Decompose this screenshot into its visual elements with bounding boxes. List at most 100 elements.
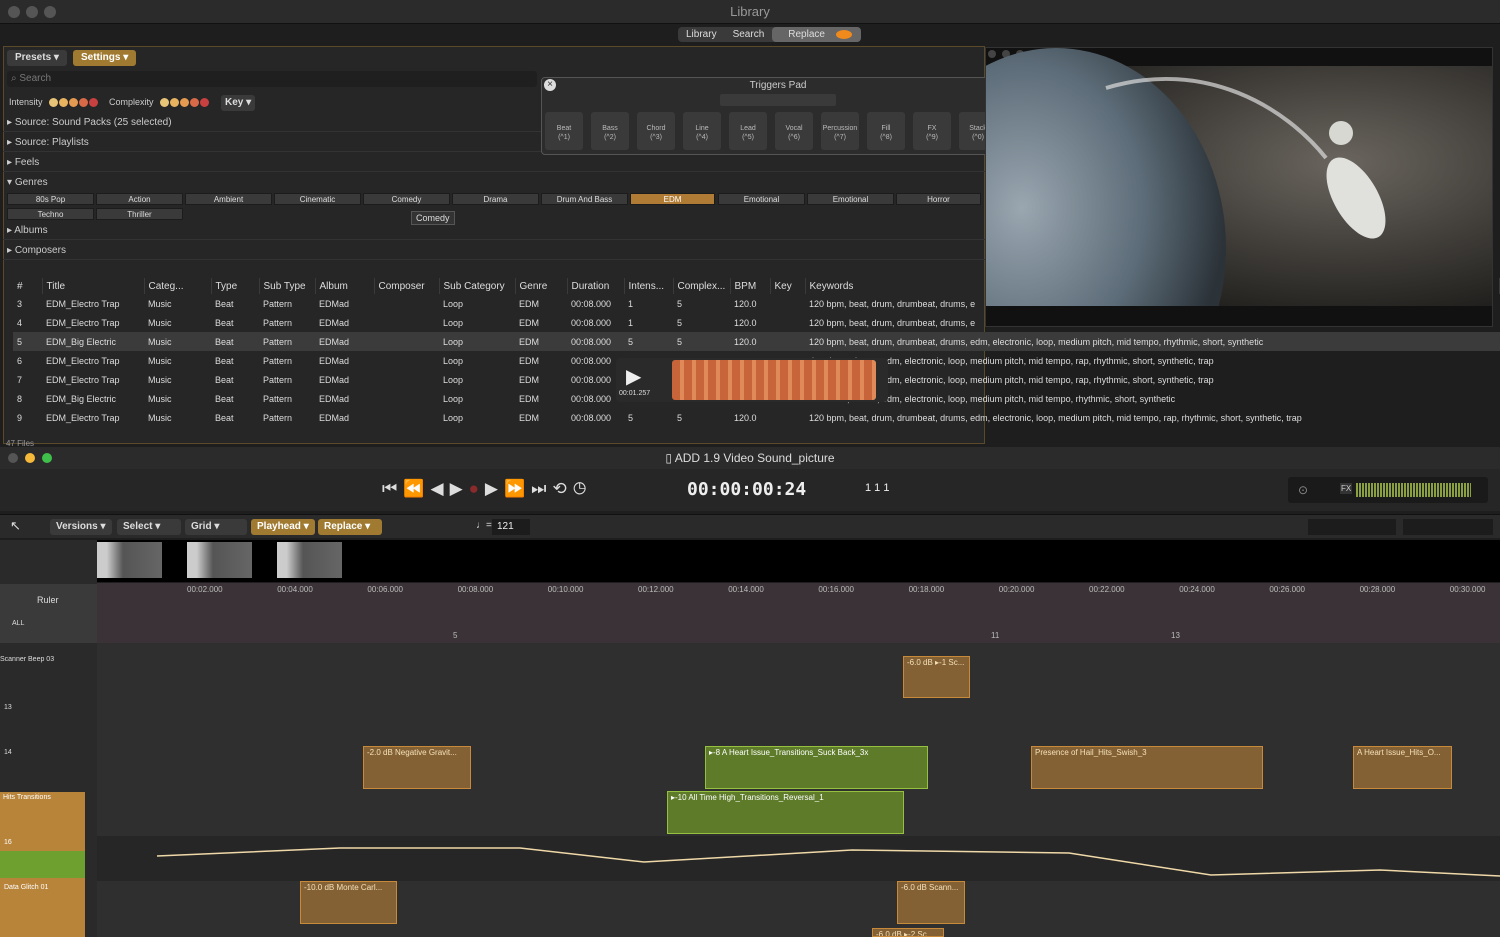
section-composers[interactable]: ▸ Composers [3,241,985,260]
col-sub-category[interactable]: Sub Category [439,278,516,294]
genre-drama[interactable]: Drama [452,193,539,205]
tab-replace[interactable]: Replace [772,27,861,42]
genre-80s-pop[interactable]: 80s Pop [7,193,94,205]
genre-drum-and-bass[interactable]: Drum And Bass [541,193,628,205]
complexity-filter[interactable]: Complexity [109,97,210,108]
col-duration[interactable]: Duration [567,278,625,294]
complexity-dot-3[interactable] [180,98,190,108]
genre-emotional-2[interactable]: Emotional [807,193,894,205]
versions-dropdown[interactable]: Versions ▾ [50,519,112,535]
triggers-view-switcher[interactable] [720,94,836,106]
dropdown-icon[interactable]: ⊙ [1298,483,1308,497]
audio-clip[interactable]: ▸-8 A Heart Issue_Transitions_Suck Back_… [705,746,928,789]
presets-button[interactable]: Presets ▾ [7,50,67,66]
col-title[interactable]: Title [42,278,145,294]
trigger-pad-beat[interactable]: Beat (^1) [545,112,583,150]
fast-forward-icon[interactable]: ⏩ [504,479,531,498]
intensity-dot-1[interactable] [49,98,59,108]
col-genre[interactable]: Genre [515,278,568,294]
record-icon[interactable]: ● [469,479,485,498]
trigger-pad-fill[interactable]: Fill (^8) [867,112,905,150]
genre-ambient[interactable]: Ambient [185,193,272,205]
audio-clip[interactable]: ▸-10 All Time High_Transitions_Reversal_… [667,791,904,834]
automation-curve[interactable] [97,836,1500,881]
audio-clip[interactable]: Presence of Hail_Hits_Swish_3 [1031,746,1263,789]
tempo-input[interactable]: 121 [492,519,530,535]
complexity-dot-2[interactable] [170,98,180,108]
clock-icon[interactable]: ◷ [573,479,593,498]
col-key[interactable]: Key [770,278,806,294]
genre-emotional-1[interactable]: Emotional [718,193,805,205]
audio-clip[interactable]: A Heart Issue_Hits_O... [1353,746,1452,789]
video-thumbnail-track[interactable] [97,540,1500,582]
project-zoom-button[interactable] [42,453,52,463]
section-feels[interactable]: ▸ Feels [3,153,985,172]
trigger-pad-fx[interactable]: FX (^9) [913,112,951,150]
col-intensity[interactable]: Intens... [624,278,674,294]
intensity-filter[interactable]: Intensity [9,97,99,108]
intensity-dot-4[interactable] [79,98,89,108]
trigger-pad-lead[interactable]: Lead (^5) [729,112,767,150]
genre-action[interactable]: Action [96,193,183,205]
ruler-label[interactable]: Ruler [37,595,59,605]
rewind-icon[interactable]: ⏪ [403,479,430,498]
genre-techno[interactable]: Techno [7,208,94,220]
col-category[interactable]: Categ... [144,278,212,294]
col-album[interactable]: Album [315,278,375,294]
table-row[interactable]: 5 EDM_Big Electric Music Beat Pattern EDMad Lo… [13,332,1500,351]
genre-horror[interactable]: Horror [896,193,981,205]
replace-dropdown[interactable]: Replace ▾ [318,519,382,535]
tab-library[interactable]: Library [678,27,725,42]
genre-thriller[interactable]: Thriller [96,208,183,220]
tab-search[interactable]: Search [725,27,773,42]
key-dropdown[interactable]: Key ▾ [221,95,256,111]
select-dropdown[interactable]: Select ▾ [117,519,181,535]
preview-play-icon[interactable]: ▶ [626,364,641,389]
section-albums[interactable]: ▸ Albums [3,221,985,240]
genre-cinematic[interactable]: Cinematic [274,193,361,205]
complexity-dot-1[interactable] [160,98,170,108]
zoom-window-button[interactable] [44,6,56,18]
audio-clip[interactable]: -6.0 dB ▸-1 Sc... [903,656,970,698]
preview-waveform[interactable] [672,360,876,400]
genre-edm[interactable]: EDM [630,193,715,205]
pointer-tool-icon[interactable]: ↖ [10,518,21,534]
trigger-pad-percussion[interactable]: Percussion (^7) [821,112,859,150]
video-viewer[interactable] [985,47,1493,327]
complexity-dot-5[interactable] [200,98,210,108]
loop-icon[interactable]: ⟲ [552,479,572,498]
vertical-zoom-slider[interactable] [1308,519,1396,535]
horizontal-zoom-slider[interactable] [1403,519,1493,535]
audio-clip[interactable]: -6.0 dB ▸-2 Sc... [872,928,944,937]
table-row[interactable]: 9 EDM_Electro Trap Music Beat Pattern EDMad Lo… [13,408,1500,427]
col-number[interactable]: # [13,278,43,294]
settings-button[interactable]: Settings ▾ [73,50,137,66]
timeline-ruler[interactable]: 00:02.000 00:04.000 00:06.000 00:08.000 00:1… [97,583,1500,643]
trigger-pad-line[interactable]: Line (^4) [683,112,721,150]
genre-comedy[interactable]: Comedy [363,193,450,205]
trigger-pad-vocal[interactable]: Vocal (^6) [775,112,813,150]
col-complexity[interactable]: Complex... [673,278,731,294]
timecode-display[interactable]: 00:00:00:24 [687,479,806,500]
track-header-green[interactable] [0,851,85,878]
minimize-window-button[interactable] [26,6,38,18]
playhead-dropdown[interactable]: Playhead ▾ [251,519,315,535]
grid-dropdown[interactable]: Grid ▾ [185,519,247,535]
col-type[interactable]: Type [211,278,260,294]
intensity-dot-3[interactable] [69,98,79,108]
col-composer[interactable]: Composer [374,278,440,294]
col-sub-type[interactable]: Sub Type [259,278,316,294]
col-bpm[interactable]: BPM [730,278,771,294]
audio-clip[interactable]: -6.0 dB Scann... [897,881,965,924]
project-close-button[interactable] [8,453,18,463]
intensity-dot-2[interactable] [59,98,69,108]
intensity-dot-5[interactable] [89,98,99,108]
audio-clip[interactable]: -2.0 dB Negative Gravit... [363,746,471,789]
next-icon[interactable]: ▶ [485,479,504,498]
project-minimize-button[interactable] [25,453,35,463]
trigger-pad-chord[interactable]: Chord (^3) [637,112,675,150]
close-window-button[interactable] [8,6,20,18]
play-icon[interactable]: ▶ [450,479,469,498]
go-to-end-icon[interactable]: ⏭ [531,479,552,498]
section-genres[interactable]: ▾ Genres [3,173,985,192]
